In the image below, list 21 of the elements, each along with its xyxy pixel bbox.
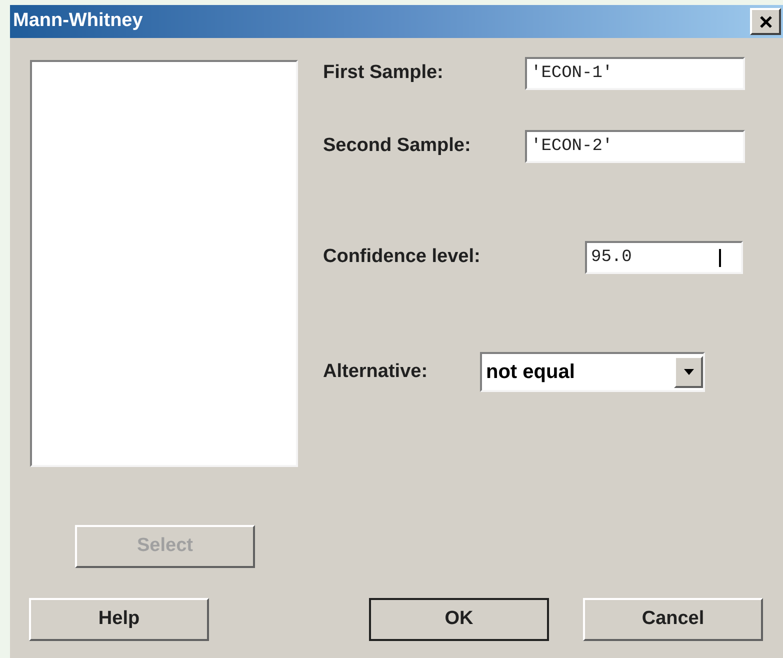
field-label: Second Sample: — [323, 134, 472, 158]
window-title: Mann-Whitney — [13, 9, 143, 34]
field-value: 'ECON-2' — [531, 136, 613, 158]
close-icon — [760, 16, 772, 28]
text-field[interactable]: 95.0 — [585, 241, 743, 274]
text-field[interactable]: 'ECON-2' — [525, 130, 745, 163]
field-value: 95.0 — [591, 246, 632, 269]
dropdown-value: not equal — [485, 360, 575, 385]
text-field[interactable]: 'ECON-1' — [525, 57, 745, 90]
dialog-button[interactable]: Help — [29, 598, 209, 641]
field-label: First Sample: — [323, 61, 444, 86]
dropdown-arrow-button[interactable] — [674, 356, 703, 388]
dialog-button[interactable]: Cancel — [583, 598, 763, 641]
field-value: 'ECON-1' — [531, 62, 613, 85]
close-button[interactable] — [750, 8, 781, 35]
field-label: Alternative: — [323, 360, 429, 384]
alternative-dropdown[interactable]: not equal — [480, 352, 705, 392]
field-label: Confidence level: — [323, 245, 482, 270]
text-cursor — [719, 249, 721, 267]
caret-icon — [684, 369, 694, 375]
dialog-button[interactable]: OK — [369, 598, 549, 641]
